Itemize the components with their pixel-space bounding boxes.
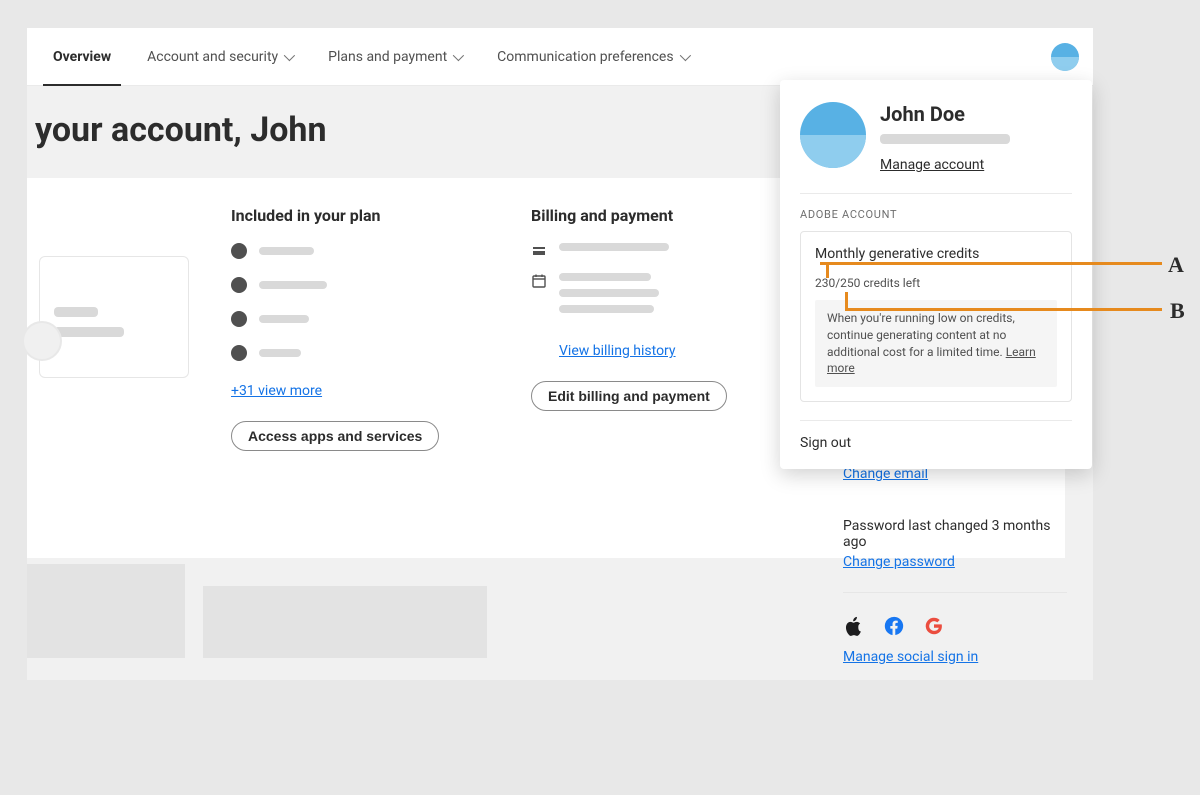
bottom-card bbox=[27, 564, 185, 658]
plan-thumb-col bbox=[51, 206, 211, 526]
profile-name: John Doe bbox=[880, 102, 1010, 126]
manage-account-link[interactable]: Manage account bbox=[880, 157, 984, 173]
annotation-line-b bbox=[845, 308, 1162, 311]
security-block: Change email Password last changed 3 mon… bbox=[843, 463, 1067, 665]
plan-mini-card bbox=[39, 256, 189, 378]
sign-out-button[interactable]: Sign out bbox=[800, 420, 1072, 451]
placeholder-line bbox=[559, 289, 659, 297]
avatar[interactable] bbox=[1051, 43, 1079, 71]
tab-account-security[interactable]: Account and security bbox=[129, 28, 310, 86]
app-row bbox=[231, 277, 511, 293]
edit-billing-button[interactable]: Edit billing and payment bbox=[531, 381, 727, 411]
credits-left: 230/250 credits left bbox=[815, 276, 1057, 290]
placeholder-line bbox=[54, 307, 98, 317]
password-changed-text: Password last changed 3 months ago bbox=[843, 518, 1067, 550]
credits-card: Monthly generative credits 230/250 credi… bbox=[800, 231, 1072, 402]
divider bbox=[843, 592, 1067, 593]
annotation-tick-a bbox=[826, 262, 829, 278]
app-icon bbox=[231, 311, 247, 327]
placeholder-email bbox=[880, 134, 1010, 144]
credits-title: Monthly generative credits bbox=[815, 246, 1057, 262]
social-row bbox=[843, 615, 1067, 637]
placeholder-line bbox=[259, 349, 301, 357]
annotation-line-a bbox=[820, 262, 1162, 265]
avatar-large bbox=[800, 102, 866, 168]
tab-label: Plans and payment bbox=[328, 49, 447, 65]
placeholder-line bbox=[54, 327, 124, 337]
change-password-link[interactable]: Change password bbox=[843, 554, 955, 570]
credits-note-text: When you're running low on credits, cont… bbox=[827, 311, 1015, 359]
app-icon bbox=[231, 243, 247, 259]
billing-lines bbox=[559, 273, 659, 313]
adobe-account-label: ADOBE ACCOUNT bbox=[800, 193, 1072, 221]
tab-plans-payment[interactable]: Plans and payment bbox=[310, 28, 479, 86]
bottom-card bbox=[203, 586, 487, 658]
tab-communication-prefs[interactable]: Communication preferences bbox=[479, 28, 705, 86]
chevron-down-icon bbox=[453, 49, 464, 60]
tab-label: Communication preferences bbox=[497, 49, 673, 65]
placeholder-line bbox=[259, 281, 327, 289]
placeholder-line bbox=[559, 305, 654, 313]
facebook-icon bbox=[883, 615, 905, 637]
app-row bbox=[231, 345, 511, 361]
annotation-letter-b: B bbox=[1170, 298, 1185, 324]
card-icon bbox=[531, 243, 547, 259]
access-apps-button[interactable]: Access apps and services bbox=[231, 421, 439, 451]
placeholder-avatar bbox=[22, 321, 62, 361]
included-heading: Included in your plan bbox=[231, 206, 511, 225]
tab-label: Account and security bbox=[147, 49, 278, 65]
chevron-down-icon bbox=[679, 49, 690, 60]
placeholder-line bbox=[559, 273, 651, 281]
app-icon bbox=[231, 345, 247, 361]
calendar-icon bbox=[531, 273, 547, 289]
chevron-down-icon bbox=[284, 49, 295, 60]
annotation-letter-a: A bbox=[1168, 252, 1184, 278]
top-nav: Overview Account and security Plans and … bbox=[27, 28, 1093, 86]
annotation-tick-b bbox=[845, 292, 848, 308]
credits-note: When you're running low on credits, cont… bbox=[815, 300, 1057, 387]
placeholder-line bbox=[259, 247, 314, 255]
included-col: Included in your plan +31 view more Acce… bbox=[231, 206, 511, 526]
placeholder-line bbox=[559, 243, 669, 251]
google-icon bbox=[923, 615, 945, 637]
tab-overview[interactable]: Overview bbox=[35, 28, 129, 86]
manage-social-link[interactable]: Manage social sign in bbox=[843, 649, 978, 665]
app-row bbox=[231, 243, 511, 259]
app-row bbox=[231, 311, 511, 327]
placeholder-line bbox=[259, 315, 309, 323]
apple-icon bbox=[843, 615, 865, 637]
app-icon bbox=[231, 277, 247, 293]
view-more-link[interactable]: +31 view more bbox=[231, 383, 511, 399]
